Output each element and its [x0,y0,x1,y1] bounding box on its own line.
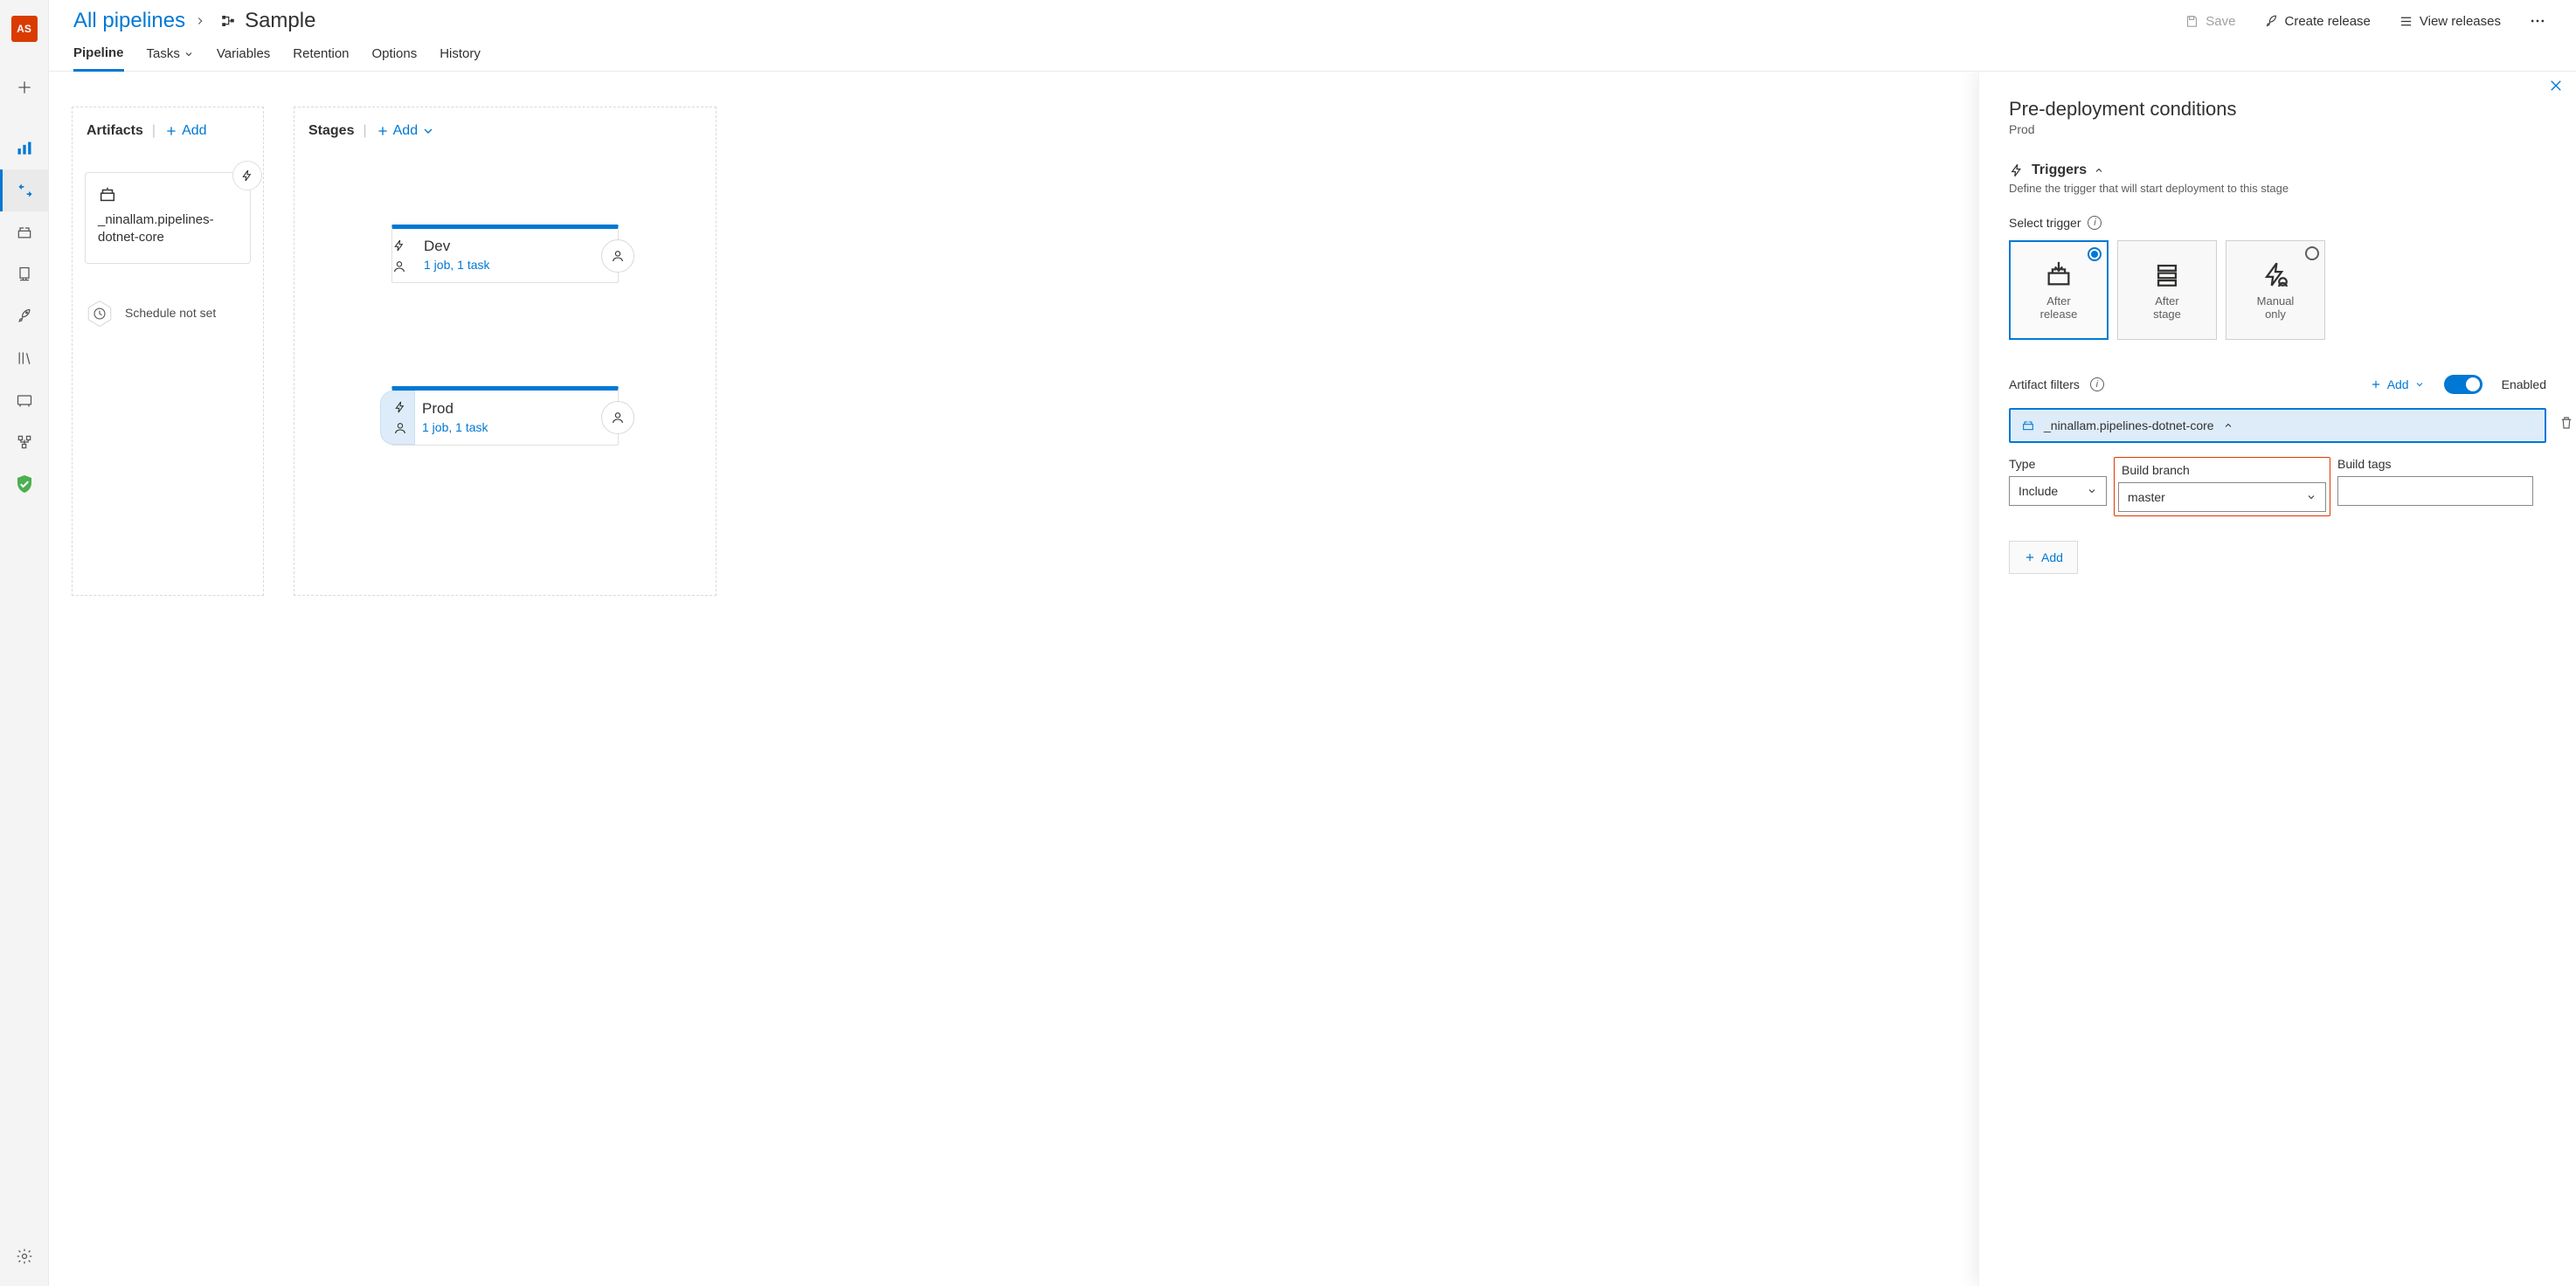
stage-name: Prod [422,400,594,418]
panel-stage-name: Prod [2009,122,2546,136]
tags-label: Build tags [2337,457,2533,471]
close-panel-button[interactable] [2543,77,2569,94]
branch-select[interactable]: master [2118,482,2326,512]
breadcrumb-root[interactable]: All pipelines [73,9,185,33]
stage-card-prod[interactable]: Prod 1 job, 1 task [391,386,619,446]
pre-deployment-panel: Pre-deployment conditions Prod Triggers … [1978,72,2576,1286]
stages-column: Stages | Add [294,107,717,596]
library-icon[interactable] [0,337,49,379]
delete-filter-button[interactable] [2559,415,2574,431]
add-icon[interactable] [0,66,49,108]
artifact-name: _ninallam.pipelines-dotnet-core [98,211,238,247]
tab-pipeline[interactable]: Pipeline [73,45,124,72]
tab-tasks[interactable]: Tasks [147,46,194,70]
triggers-description: Define the trigger that will start deplo… [2009,182,2546,195]
artifact-filters-toggle[interactable] [2444,375,2483,394]
add-artifact-filter-button[interactable]: Add [2370,377,2425,391]
select-trigger-label: Select trigger [2009,216,2081,230]
builds-icon[interactable] [0,211,49,253]
post-deployment-prod[interactable] [601,401,634,434]
artifact-card[interactable]: _ninallam.pipelines-dotnet-core [85,172,251,264]
deployment-groups-icon[interactable] [0,421,49,463]
pipeline-icon [220,13,236,29]
artifacts-heading: Artifacts [87,123,143,139]
chevron-up-icon [2223,420,2233,431]
trigger-option-after-stage[interactable]: Afterstage [2117,240,2217,340]
stage-name: Dev [424,238,594,255]
info-icon[interactable]: i [2090,377,2104,391]
artifact-filter-row[interactable]: _ninallam.pipelines-dotnet-core [2009,408,2546,443]
artifact-icon [2021,418,2035,432]
left-rail: AS [0,0,49,1286]
artifact-icon [98,185,117,204]
stage-card-dev[interactable]: Dev 1 job, 1 task [391,225,619,283]
panel-title: Pre-deployment conditions [2009,98,2546,121]
chevron-right-icon [194,15,206,27]
pipeline-canvas: Artifacts | Add _ninallam.pipelines-dotn… [49,72,1978,1286]
info-icon[interactable]: i [2088,216,2102,230]
artifact-filters-label: Artifact filters [2009,377,2080,391]
add-filter-row-button[interactable]: Add [2009,541,2078,574]
trigger-option-after-release[interactable]: Afterrelease [2009,240,2109,340]
tab-retention[interactable]: Retention [293,46,349,70]
more-button[interactable] [2524,11,2552,31]
artifact-filter-name: _ninallam.pipelines-dotnet-core [2044,418,2214,432]
stage-summary-link[interactable]: 1 job, 1 task [424,258,594,272]
enabled-label: Enabled [2502,377,2546,391]
chevron-up-icon [2094,165,2104,176]
pipelines-nav-icon[interactable] [0,169,49,211]
environments-icon[interactable] [0,253,49,295]
type-label: Type [2009,457,2107,471]
branch-label: Build branch [2115,458,2330,477]
settings-icon[interactable] [0,1235,49,1277]
tags-input[interactable] [2337,476,2533,506]
tab-history[interactable]: History [440,46,481,70]
type-select[interactable]: Include [2009,476,2107,506]
lightning-icon [2009,162,2025,178]
pre-deployment-dev[interactable] [382,230,417,282]
triggers-section-header[interactable]: Triggers [2009,162,2546,178]
artifact-trigger-badge[interactable] [232,161,262,190]
artifacts-column: Artifacts | Add _ninallam.pipelines-dotn… [72,107,264,596]
stage-summary-link[interactable]: 1 job, 1 task [422,420,594,434]
pre-deployment-prod[interactable] [380,391,415,445]
tab-variables[interactable]: Variables [217,46,270,70]
stages-heading: Stages [308,123,354,139]
user-avatar[interactable]: AS [11,16,38,42]
editor-tabs: Pipeline Tasks Variables Retention Optio… [49,33,2576,72]
post-deployment-dev[interactable] [601,239,634,273]
tab-options[interactable]: Options [372,46,418,70]
rocket-icon[interactable] [0,295,49,337]
save-button: Save [2179,13,2240,30]
artifact-schedule[interactable]: Schedule not set [85,299,251,328]
security-icon[interactable] [0,463,49,505]
view-releases-button[interactable]: View releases [2393,13,2506,30]
add-stage-button[interactable]: Add [376,123,435,139]
taskgroups-icon[interactable] [0,379,49,421]
trigger-option-manual-only[interactable]: Manualonly [2226,240,2325,340]
page-title: Sample [245,9,315,33]
dashboard-icon[interactable] [0,128,49,169]
create-release-button[interactable]: Create release [2259,13,2376,30]
breadcrumb-bar: All pipelines Sample Save Create release [49,0,2576,33]
add-artifact-button[interactable]: Add [164,123,206,139]
